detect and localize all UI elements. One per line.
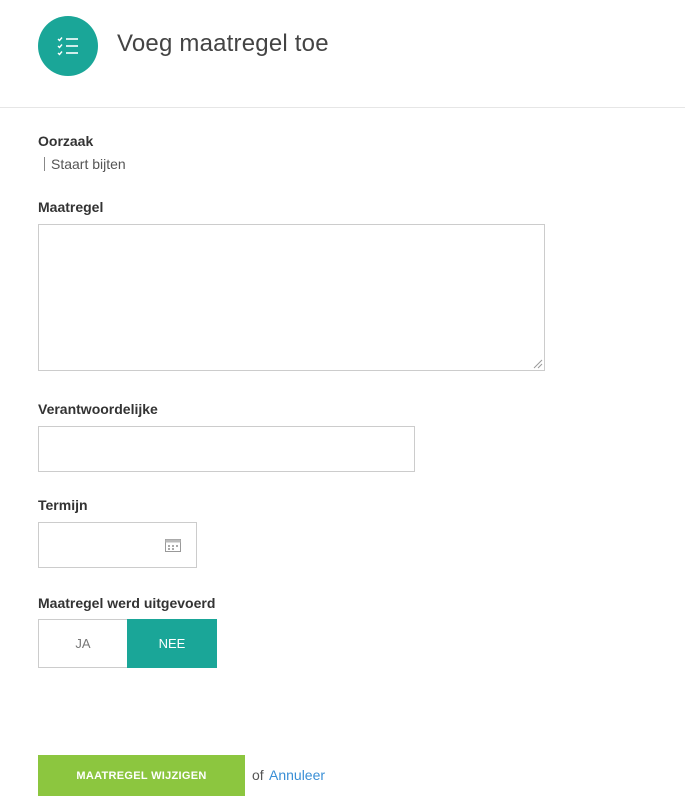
submit-button[interactable]: MAATREGEL WIJZIGEN — [38, 755, 245, 796]
responsible-input[interactable] — [38, 426, 415, 472]
or-text: of — [252, 767, 264, 783]
measure-label: Maatregel — [38, 199, 104, 215]
cause-value-text: Staart bijten — [51, 156, 126, 172]
toggle-option-yes[interactable]: JA — [38, 619, 127, 668]
toggle-option-no[interactable]: NEE — [127, 619, 217, 668]
cause-label: Oorzaak — [38, 133, 94, 149]
page-title: Voeg maatregel toe — [117, 30, 329, 57]
deadline-label: Termijn — [38, 497, 88, 513]
responsible-label: Verantwoordelijke — [38, 401, 158, 417]
calendar-icon[interactable] — [165, 538, 181, 552]
page-header: Voeg maatregel toe — [0, 0, 685, 108]
checklist-icon — [57, 37, 78, 56]
cause-value: Staart bijten — [44, 156, 126, 172]
cancel-link[interactable]: Annuleer — [269, 767, 325, 783]
header-badge — [38, 16, 98, 76]
cause-value-bar — [44, 157, 45, 171]
executed-toggle: JA NEE — [38, 619, 217, 668]
measure-textarea[interactable] — [38, 224, 545, 371]
resize-grip-icon[interactable] — [531, 357, 543, 369]
executed-label: Maatregel werd uitgevoerd — [38, 595, 216, 611]
